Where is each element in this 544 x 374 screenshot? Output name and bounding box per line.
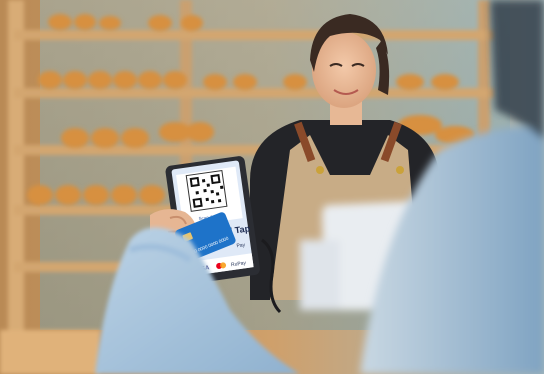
photo-canvas: Scan & Pay and Tap Pay VISA RuPay 0000 0… — [0, 0, 544, 374]
pay-label: Pay — [236, 242, 246, 249]
qr-code-icon — [185, 170, 228, 212]
photo-scene: Scan & Pay and Tap Pay VISA RuPay 0000 0… — [0, 0, 544, 374]
